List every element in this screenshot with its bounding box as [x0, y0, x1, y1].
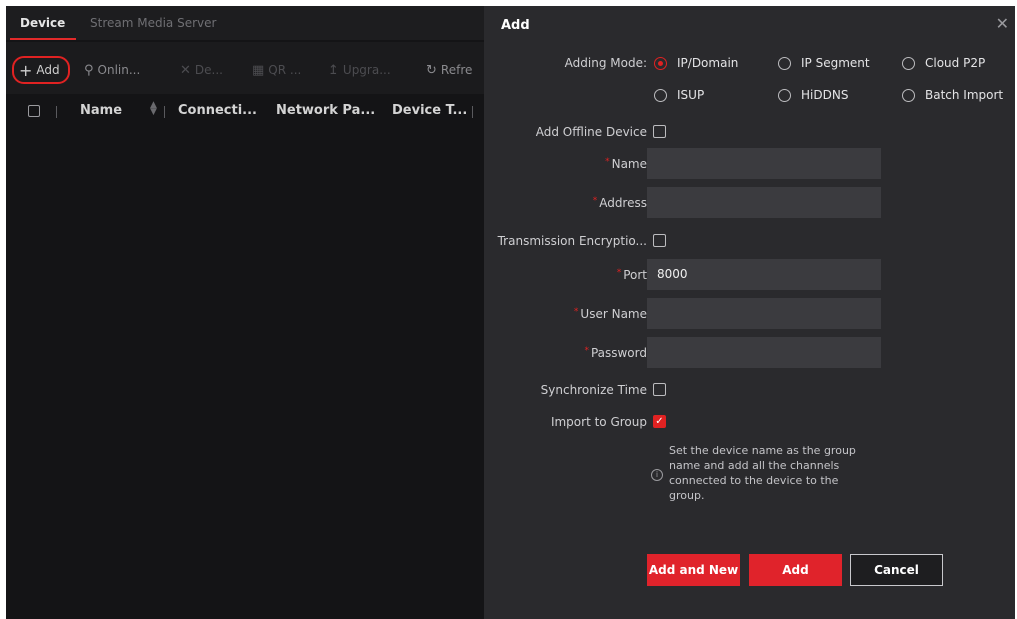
transmission-encryption-label: Transmission Encryptio...	[497, 234, 647, 248]
username-label-text: User Name	[580, 307, 647, 321]
tab-device[interactable]: Device	[20, 16, 65, 30]
search-icon: ⚲	[84, 62, 94, 78]
import-hint-text: Set the device name as the group name an…	[669, 444, 856, 502]
qr-code-label: QR ...	[268, 63, 302, 77]
cancel-button[interactable]: Cancel	[850, 554, 943, 586]
qr-code-button[interactable]: ▦ QR ...	[252, 58, 301, 82]
port-label: * Port	[617, 268, 647, 282]
column-connection[interactable]: Connecti...	[178, 103, 257, 118]
add-offline-device-label: Add Offline Device	[535, 125, 647, 139]
delete-button[interactable]: ✕ De...	[180, 58, 223, 82]
radio-selected-icon	[654, 56, 667, 70]
required-marker: *	[616, 268, 622, 278]
refresh-button[interactable]: ↻ Refre	[426, 58, 472, 82]
qr-code-icon: ▦	[252, 62, 265, 78]
delete-label: De...	[194, 63, 223, 77]
add-button[interactable]: Add	[749, 554, 842, 586]
password-field[interactable]	[647, 337, 881, 368]
column-network-parameters[interactable]: Network Pa...	[276, 103, 375, 118]
transmission-encryption-checkbox[interactable]	[653, 234, 666, 247]
device-toolbar: + Add ⚲ Onlin... ✕ De... ▦ QR ... ↥ Upgr…	[6, 42, 484, 94]
mode-hiddns-label: HiDDNS	[801, 88, 849, 102]
radio-icon	[902, 88, 915, 102]
port-field[interactable]	[647, 259, 881, 290]
name-label-text: Name	[611, 157, 647, 171]
mode-hiddns-radio[interactable]: HiDDNS	[778, 88, 848, 102]
required-marker: *	[584, 346, 589, 356]
column-device-type[interactable]: Device T...	[392, 103, 467, 118]
radio-icon	[778, 88, 791, 102]
required-marker: *	[592, 196, 598, 206]
import-to-group-label: Import to Group	[550, 415, 647, 429]
close-icon[interactable]: ✕	[996, 14, 1009, 33]
synchronize-time-checkbox[interactable]	[653, 383, 666, 396]
tab-stream-media-server[interactable]: Stream Media Server	[90, 16, 216, 30]
sort-icon[interactable]: ▲ ▼	[150, 101, 157, 117]
mode-ip-domain-radio[interactable]: IP/Domain	[654, 56, 738, 70]
refresh-label: Refre	[440, 63, 473, 77]
name-field[interactable]	[647, 148, 881, 179]
password-label-text: Password	[590, 346, 647, 360]
mode-isup-label: ISUP	[677, 88, 705, 102]
add-offline-device-checkbox[interactable]	[653, 125, 666, 138]
radio-icon	[654, 88, 667, 102]
username-label: * User Name	[574, 307, 647, 321]
add-device-panel: Add ✕ Adding Mode: IP/Domain IP Segment …	[484, 6, 1015, 619]
add-device-label: Add	[36, 63, 60, 77]
radio-icon	[778, 56, 791, 70]
upload-icon: ↥	[328, 62, 339, 78]
import-to-group-checkbox[interactable]: ✓	[653, 415, 666, 428]
info-icon: i	[651, 469, 663, 481]
radio-icon	[902, 56, 915, 70]
column-divider	[56, 106, 57, 118]
table-header: Name ▲ ▼ Connecti... Network Pa... Device…	[6, 96, 484, 126]
required-marker: *	[605, 157, 610, 167]
mode-isup-radio[interactable]: ISUP	[654, 88, 704, 102]
tab-bar: Device Stream Media Server	[6, 6, 484, 40]
address-label: * Address	[593, 196, 647, 210]
add-device-button[interactable]: + Add	[12, 56, 70, 84]
name-label: * Name	[605, 157, 647, 171]
select-all-checkbox[interactable]	[28, 105, 40, 117]
upgrade-button[interactable]: ↥ Upgra...	[328, 58, 391, 82]
add-and-new-button[interactable]: Add and New	[647, 554, 740, 586]
checkmark-icon: ✓	[655, 416, 664, 427]
mode-ip-segment-radio[interactable]: IP Segment	[778, 56, 870, 70]
refresh-icon: ↻	[426, 62, 437, 78]
plus-icon: +	[19, 60, 33, 80]
synchronize-time-label: Synchronize Time	[540, 383, 647, 397]
column-name[interactable]: Name	[80, 103, 122, 118]
close-icon: ✕	[180, 62, 191, 78]
address-field[interactable]	[647, 187, 881, 218]
app-window: Device Stream Media Server + Add ⚲ Onlin…	[6, 6, 1015, 619]
password-label: * Password	[584, 346, 647, 360]
online-device-label: Onlin...	[97, 63, 141, 77]
required-marker: *	[573, 307, 579, 317]
mode-ip-domain-label: IP/Domain	[677, 56, 739, 70]
import-hint: i Set the device name as the group name …	[651, 443, 869, 503]
mode-cloud-p2p-radio[interactable]: Cloud P2P	[902, 56, 985, 70]
column-divider	[472, 106, 473, 118]
upgrade-label: Upgra...	[342, 63, 391, 77]
mode-cloud-p2p-label: Cloud P2P	[925, 56, 986, 70]
column-divider	[164, 106, 165, 118]
panel-title: Add	[501, 18, 530, 33]
active-tab-indicator	[10, 38, 76, 40]
adding-mode-label: Adding Mode:	[564, 56, 647, 70]
online-device-button[interactable]: ⚲ Onlin...	[84, 58, 140, 82]
port-label-text: Port	[623, 268, 647, 282]
username-field[interactable]	[647, 298, 881, 329]
mode-batch-import-label: Batch Import	[925, 88, 1004, 102]
mode-batch-import-radio[interactable]: Batch Import	[902, 88, 1003, 102]
mode-ip-segment-label: IP Segment	[801, 56, 870, 70]
address-label-text: Address	[599, 196, 647, 210]
device-pane: Device Stream Media Server + Add ⚲ Onlin…	[6, 6, 484, 619]
